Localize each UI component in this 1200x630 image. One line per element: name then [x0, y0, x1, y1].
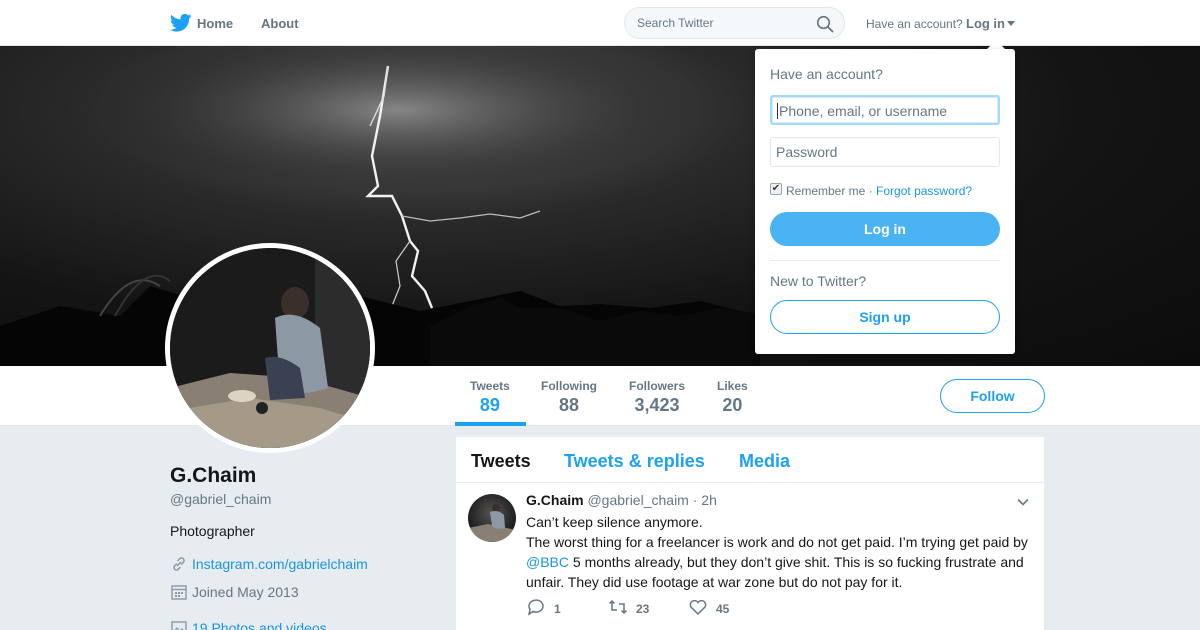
photo-icon: [171, 621, 187, 630]
tab-tweets-replies[interactable]: Tweets & replies: [564, 451, 705, 472]
stat-value: 20: [722, 395, 743, 415]
joined-date: Joined May 2013: [192, 584, 299, 600]
tweet-header: G.Chaim @gabriel_chaim · 2h: [526, 492, 717, 508]
reply-icon: [527, 599, 544, 616]
follow-button[interactable]: Follow: [940, 379, 1045, 413]
search-placeholder: Search Twitter: [637, 16, 714, 30]
timeline: Tweets Tweets & replies Media G.Chaim @g…: [456, 437, 1044, 630]
stat-label: Followers: [629, 379, 686, 393]
new-to-twitter-text: New to Twitter?: [770, 273, 867, 289]
tweet-line-2: The worst thing for a freelancer is work…: [526, 532, 1034, 592]
username-field[interactable]: Phone, email, or username: [770, 95, 1000, 125]
like-count: 45: [716, 602, 730, 616]
remember-text: Remember me · Forgot password?: [786, 184, 972, 198]
signup-button[interactable]: Sign up: [770, 300, 1000, 334]
tab-media[interactable]: Media: [739, 451, 790, 472]
caret-down-icon[interactable]: [1007, 21, 1015, 26]
profile-name[interactable]: G.Chaim: [170, 464, 256, 488]
nav-about-link[interactable]: About: [261, 16, 299, 31]
username-placeholder: Phone, email, or username: [777, 103, 948, 119]
link-icon: [173, 557, 185, 571]
stat-tweets[interactable]: Tweets 89: [470, 379, 510, 416]
avatar-photo: [170, 248, 370, 448]
stat-label: Tweets: [470, 379, 510, 393]
forgot-password-link[interactable]: Forgot password?: [876, 184, 972, 198]
stat-label: Following: [541, 379, 597, 393]
stat-following[interactable]: Following 88: [541, 379, 597, 416]
dropdown-title: Have an account?: [770, 66, 883, 82]
remember-checkbox[interactable]: ✔: [770, 183, 782, 195]
calendar-icon: [171, 585, 187, 600]
search-icon[interactable]: [816, 15, 834, 33]
stat-likes[interactable]: Likes 20: [717, 379, 748, 416]
stat-value: 3,423: [634, 395, 680, 415]
twitter-bird-icon[interactable]: [170, 13, 192, 33]
profile-bio: Photographer: [170, 523, 255, 539]
have-account-text: Have an account?: [866, 17, 963, 31]
stat-label: Likes: [717, 379, 748, 393]
tweet-avatar-image: [468, 503, 516, 542]
website-link[interactable]: Instagram.com/gabrielchaim: [192, 556, 368, 572]
stat-value: 89: [479, 395, 500, 415]
search-input[interactable]: Search Twitter: [624, 7, 845, 39]
separator-dot: ·: [868, 184, 873, 198]
stat-followers[interactable]: Followers 3,423: [629, 379, 685, 416]
chevron-down-icon[interactable]: [1016, 495, 1030, 509]
tweet-timestamp[interactable]: · 2h: [693, 492, 717, 508]
login-button[interactable]: Log in: [770, 212, 1000, 246]
dropdown-divider: [770, 260, 1000, 261]
tweet-text: Can’t keep silence anymore. The worst th…: [526, 512, 1034, 592]
password-placeholder: Password: [776, 144, 838, 160]
stat-value: 88: [558, 395, 580, 415]
tweet-line-1: Can’t keep silence anymore.: [526, 514, 703, 530]
nav-home-link[interactable]: Home: [197, 16, 233, 31]
retweet-icon: [608, 599, 628, 615]
login-dropdown-toggle[interactable]: Log in: [966, 16, 1005, 31]
mention-link[interactable]: @BBC: [526, 554, 569, 570]
retweet-count: 23: [636, 602, 650, 616]
login-dropdown: Have an account? Phone, email, or userna…: [755, 49, 1015, 354]
avatar[interactable]: [165, 243, 375, 453]
heart-icon: [689, 599, 707, 616]
top-nav: Home About Search Twitter Have an accoun…: [0, 0, 1200, 46]
password-field[interactable]: Password: [770, 137, 1000, 167]
tweet-author-handle[interactable]: @gabriel_chaim: [587, 492, 688, 508]
profile-handle[interactable]: @gabriel_chaim: [170, 491, 271, 507]
tweet-author-name[interactable]: G.Chaim: [526, 492, 584, 508]
tab-tweets[interactable]: Tweets: [471, 451, 531, 472]
photos-link[interactable]: 19 Photos and videos: [192, 620, 327, 630]
avatar-image: [170, 248, 370, 448]
timeline-tabs: Tweets Tweets & replies Media: [456, 437, 1044, 483]
tweet-avatar[interactable]: [468, 494, 516, 542]
remember-label[interactable]: Remember me: [786, 184, 865, 198]
reply-count: 1: [554, 602, 561, 616]
tweet-line-3-text: 5 months already, but they don’t give sh…: [526, 554, 1024, 590]
active-stat-indicator: [455, 422, 526, 426]
tweet[interactable]: G.Chaim @gabriel_chaim · 2h Can’t keep s…: [456, 483, 1044, 630]
tweet-line-2-text: The worst thing for a freelancer is work…: [526, 534, 1028, 550]
